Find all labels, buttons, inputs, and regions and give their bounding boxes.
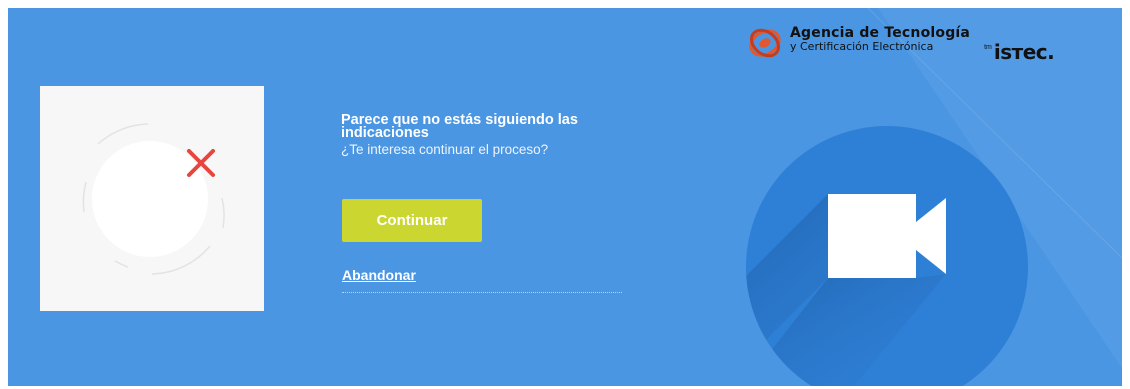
verification-panel: Agencia de Tecnología y Certificación El… bbox=[8, 8, 1122, 386]
video-camera-icon bbox=[746, 126, 1028, 386]
abandon-link[interactable]: Abandonar bbox=[342, 267, 416, 283]
video-camera-badge bbox=[746, 126, 1028, 386]
company-logo: Agencia de Tecnología y Certificación El… bbox=[748, 25, 1055, 64]
divider bbox=[342, 292, 622, 293]
camera-preview bbox=[40, 86, 264, 311]
instruction-message: Parece que no estás siguiendo las indica… bbox=[341, 112, 631, 158]
message-title: Parece que no estás siguiendo las indica… bbox=[341, 112, 578, 141]
logo-agency-name: Agencia de Tecnología bbox=[790, 25, 971, 41]
continue-button[interactable]: Continuar bbox=[342, 199, 482, 242]
message-subtitle: ¿Te interesa continuar el proceso? bbox=[341, 142, 549, 157]
logo-trademark: tm bbox=[984, 44, 992, 51]
face-guide-icon bbox=[82, 123, 225, 275]
logo-brand-name: isтec. bbox=[993, 40, 1055, 64]
accv-logo-icon bbox=[749, 28, 781, 58]
logo-agency-subtitle: y Certificación Electrónica bbox=[790, 40, 934, 53]
